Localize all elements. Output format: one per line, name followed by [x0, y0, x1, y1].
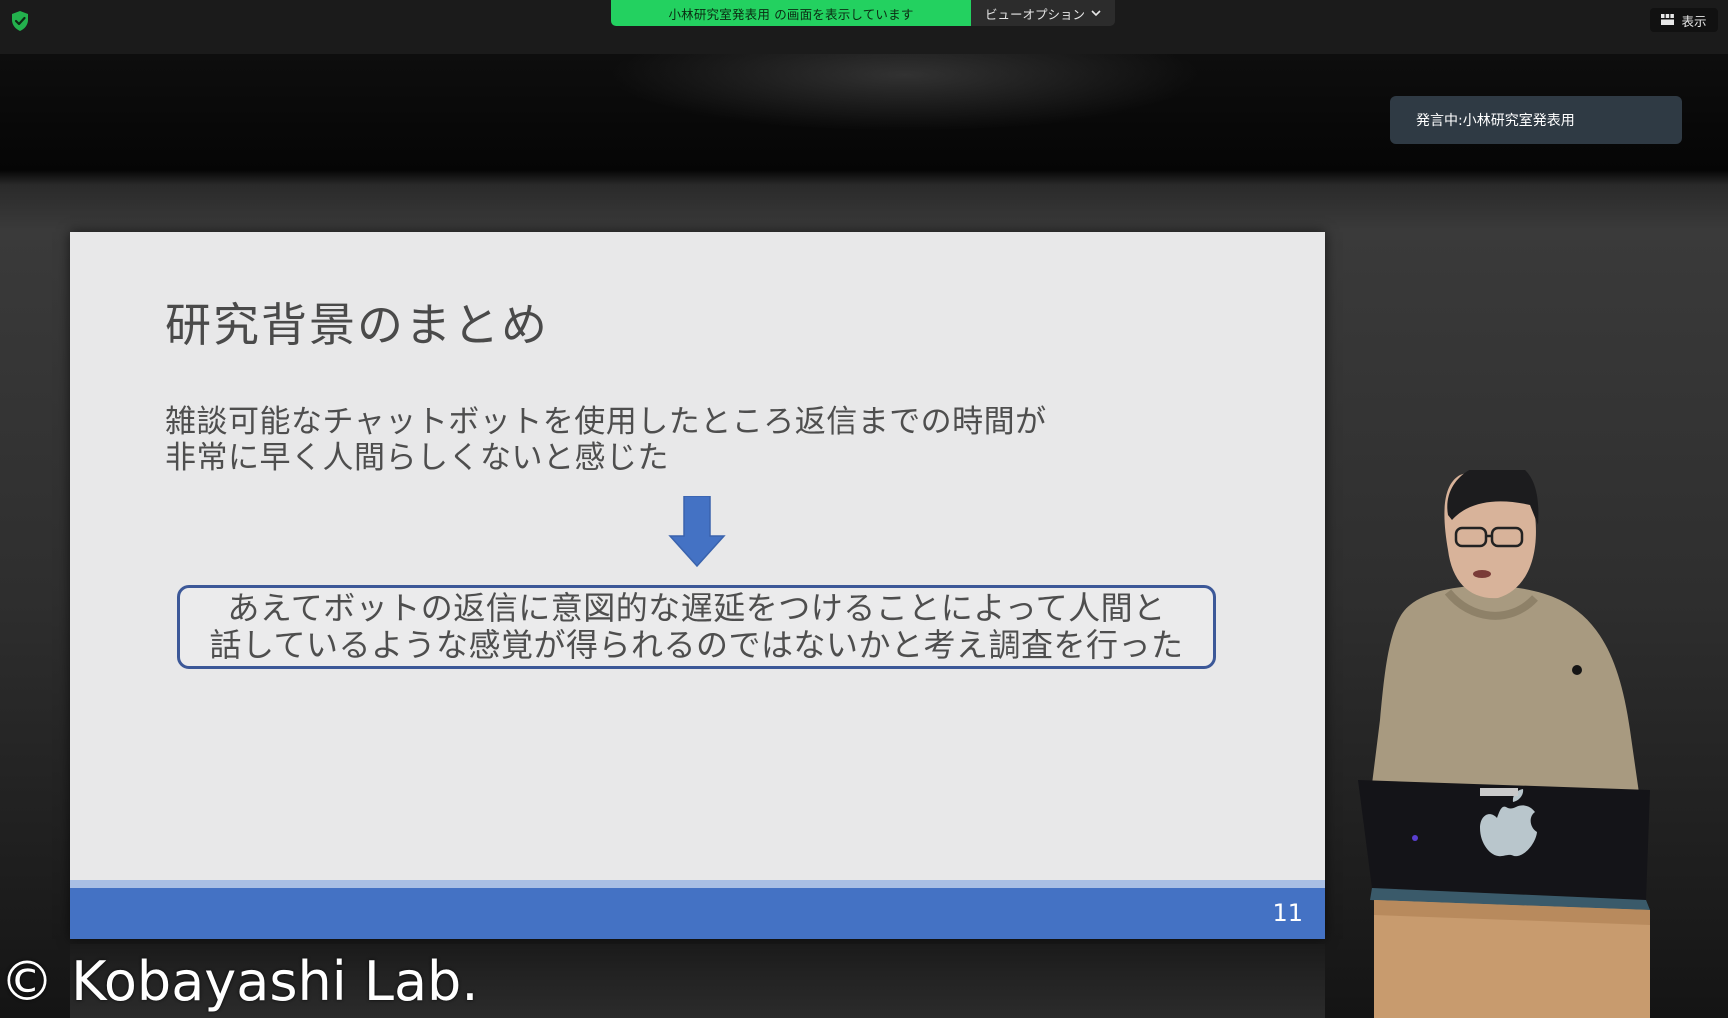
screen-share-banner: 小林研究室発表用 の画面を表示しています	[611, 0, 971, 26]
presenter-video	[1330, 461, 1728, 1018]
slide-body-line: 非常に早く人間らしくないと感じた	[165, 440, 669, 476]
meeting-window: 小林研究室発表用 の画面を表示しています ビューオプション 表示 発言中:小林研…	[0, 0, 1728, 1018]
display-button[interactable]: 表示	[1650, 8, 1718, 32]
slide-page-number: 11	[1272, 899, 1303, 927]
conclusion-line: あえてボットの返信に意図的な遅延をつけることによって人間と	[227, 589, 1166, 627]
slide-body-line: 雑談可能なチャットボットを使用したところ返信までの時間が	[165, 404, 1047, 440]
grid-view-icon	[1661, 13, 1675, 28]
chevron-down-icon	[1091, 9, 1101, 20]
active-speaker-tag: 発言中:小林研究室発表用	[1390, 96, 1682, 144]
security-shield-icon[interactable]	[10, 10, 30, 32]
conclusion-line: 話しているような感覚が得られるのではないかと考え調査を行った	[209, 626, 1184, 664]
top-bar: 小林研究室発表用 の画面を表示しています ビューオプション 表示	[0, 0, 1728, 54]
view-options-button[interactable]: ビューオプション	[971, 0, 1115, 26]
slide-title: 研究背景のまとめ	[165, 298, 549, 352]
share-banner-text: 小林研究室発表用 の画面を表示しています	[668, 6, 914, 22]
shared-slide: 研究背景のまとめ 雑談可能なチャットボットを使用したところ返信までの時間が 非常…	[70, 232, 1325, 939]
active-speaker-label: 発言中:小林研究室発表用	[1416, 113, 1575, 129]
display-label: 表示	[1681, 13, 1707, 29]
conclusion-box: あえてボットの返信に意図的な遅延をつけることによって人間と 話しているような感覚…	[177, 585, 1216, 669]
view-options-label: ビューオプション	[984, 6, 1085, 22]
slide-footer-accent	[70, 880, 1325, 888]
copyright-watermark: © Kobayashi Lab.	[0, 950, 479, 1013]
down-arrow-icon	[668, 495, 726, 568]
slide-body: 雑談可能なチャットボットを使用したところ返信までの時間が 非常に早く人間らしくな…	[165, 404, 1047, 476]
slide-footer: 11	[70, 888, 1325, 939]
